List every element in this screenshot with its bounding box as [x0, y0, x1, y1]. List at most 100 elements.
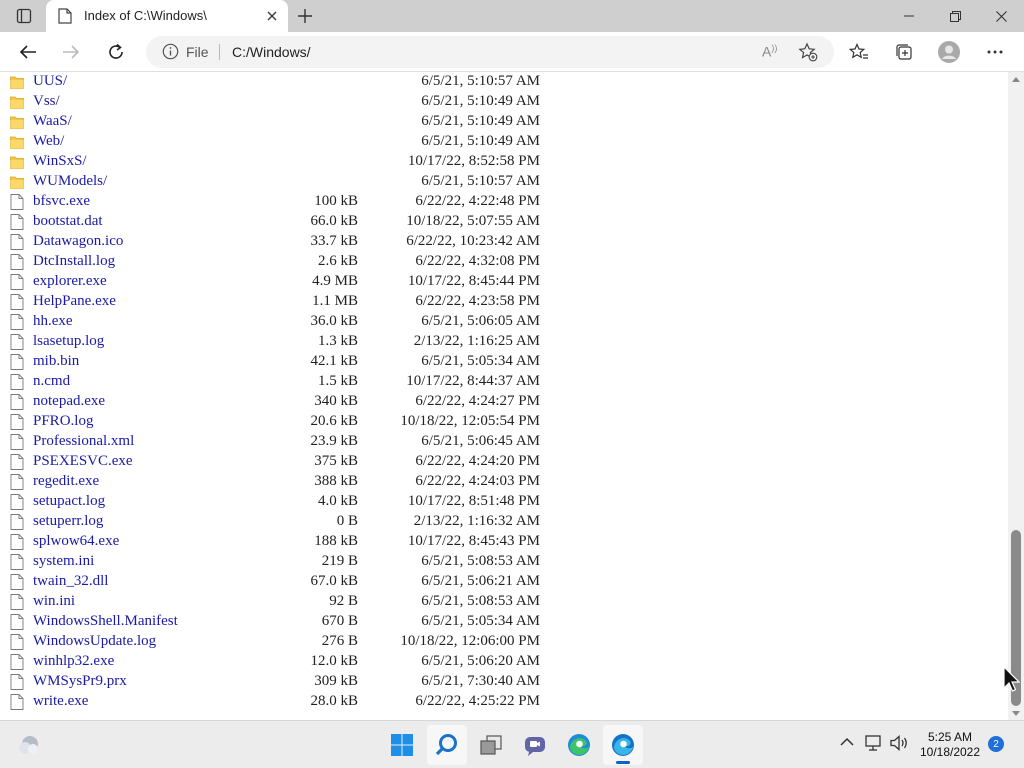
file-date-modified: 10/17/22, 8:52:58 PM — [407, 153, 540, 169]
scroll-up-arrow-icon — [1012, 76, 1020, 82]
file-icon — [10, 334, 24, 350]
browser-tab[interactable]: Index of C:\Windows\ — [46, 0, 288, 32]
file-link[interactable]: bfsvc.exe — [33, 193, 90, 210]
profile-button[interactable] — [933, 36, 965, 68]
file-date-modified: 6/22/22, 4:23:58 PM — [415, 293, 540, 309]
file-link[interactable]: explorer.exe — [33, 273, 107, 290]
file-icon — [10, 314, 24, 330]
refresh-button[interactable] — [100, 36, 132, 68]
task-view-button[interactable] — [471, 725, 511, 765]
file-size: 66.0 kB — [310, 213, 358, 229]
file-size: 340 kB — [314, 393, 358, 409]
favorites-button[interactable] — [843, 36, 875, 68]
edge-dev-button[interactable] — [603, 725, 643, 765]
file-link[interactable]: Web/ — [33, 133, 64, 150]
file-link[interactable]: PFRO.log — [33, 413, 93, 430]
file-row: write.exe 28.0 kB 6/22/22, 4:25:22 PM — [0, 692, 600, 712]
file-row: Professional.xml 23.9 kB 6/5/21, 5:06:45 A… — [0, 432, 600, 452]
file-link[interactable]: WaaS/ — [33, 113, 72, 130]
file-link[interactable]: setupact.log — [33, 493, 105, 510]
scroll-up-button[interactable] — [1008, 72, 1024, 86]
file-size: 375 kB — [314, 453, 358, 469]
file-link[interactable]: lsasetup.log — [33, 333, 104, 350]
file-link[interactable]: mib.bin — [33, 353, 79, 370]
file-link[interactable]: WindowsShell.Manifest — [33, 613, 178, 630]
file-date-modified: 10/18/22, 5:07:55 AM — [406, 213, 540, 229]
start-button[interactable] — [382, 725, 422, 765]
file-link[interactable]: DtcInstall.log — [33, 253, 115, 270]
notification-badge[interactable]: 2 — [988, 736, 1004, 752]
file-row: hh.exe 36.0 kB 6/5/21, 5:06:05 AM — [0, 312, 600, 332]
volume-icon[interactable] — [890, 735, 910, 751]
address-url[interactable]: C:/Windows/ — [232, 44, 311, 60]
avatar-icon — [938, 41, 960, 63]
file-link[interactable]: Professional.xml — [33, 433, 134, 450]
minimize-button[interactable] — [886, 0, 932, 32]
file-icon — [10, 454, 24, 470]
restore-button[interactable] — [932, 0, 978, 32]
browser-toolbar: File C:/Windows/ A)) — [0, 32, 1024, 72]
file-date-modified: 6/5/21, 5:10:49 AM — [421, 93, 540, 109]
read-aloud-icon[interactable]: A)) — [762, 43, 777, 60]
teams-chat-button[interactable] — [515, 725, 555, 765]
file-date-modified: 6/22/22, 4:24:20 PM — [415, 453, 540, 469]
file-row: winhlp32.exe 12.0 kB 6/5/21, 5:06:20 AM — [0, 652, 600, 672]
file-link[interactable]: regedit.exe — [33, 473, 99, 490]
file-link[interactable]: winhlp32.exe — [33, 653, 114, 670]
back-button[interactable] — [12, 36, 44, 68]
file-date-modified: 6/22/22, 4:25:22 PM — [415, 693, 540, 709]
file-size: 276 B — [321, 633, 358, 649]
file-link[interactable]: WinSxS/ — [33, 153, 87, 170]
file-row: win.ini 92 B 6/5/21, 5:08:53 AM — [0, 592, 600, 612]
file-link[interactable]: Datawagon.ico — [33, 233, 123, 250]
search-button[interactable] — [427, 725, 467, 765]
file-size: 2.6 kB — [317, 253, 358, 269]
file-link[interactable]: notepad.exe — [33, 393, 105, 410]
file-link[interactable]: hh.exe — [33, 313, 73, 330]
tab-title: Index of C:\Windows\ — [84, 8, 207, 23]
address-separator — [219, 44, 220, 60]
network-icon[interactable] — [865, 735, 883, 751]
add-favorite-icon[interactable] — [798, 42, 818, 62]
new-tab-button[interactable] — [292, 4, 318, 28]
file-link[interactable]: WUModels/ — [33, 173, 107, 190]
file-link[interactable]: bootstat.dat — [33, 213, 103, 230]
edge-button[interactable] — [559, 725, 599, 765]
close-tab-button[interactable] — [264, 8, 280, 24]
folder-icon — [10, 156, 24, 169]
file-date-modified: 6/5/21, 5:06:20 AM — [421, 653, 540, 669]
tab-actions-button[interactable] — [8, 4, 40, 28]
close-window-button[interactable] — [978, 0, 1024, 32]
show-hidden-icons-icon[interactable] — [840, 735, 854, 749]
address-bar[interactable]: File C:/Windows/ A)) — [146, 36, 834, 68]
file-row: splwow64.exe 188 kB 10/17/22, 8:45:43 PM — [0, 532, 600, 552]
file-link[interactable]: UUS/ — [33, 73, 67, 90]
edge-icon — [568, 734, 590, 756]
settings-menu-button[interactable] — [979, 36, 1011, 68]
forward-button[interactable] — [55, 36, 87, 68]
file-link[interactable]: write.exe — [33, 693, 88, 710]
file-link[interactable]: PSEXESVC.exe — [33, 453, 133, 470]
file-link[interactable]: WindowsUpdate.log — [33, 633, 156, 650]
vertical-scrollbar[interactable] — [1008, 72, 1024, 720]
collections-button[interactable] — [888, 36, 920, 68]
file-link[interactable]: win.ini — [33, 593, 75, 610]
file-icon — [10, 554, 24, 570]
file-link[interactable]: twain_32.dll — [33, 573, 108, 590]
widgets-button[interactable] — [9, 725, 49, 765]
file-link[interactable]: setuperr.log — [33, 513, 103, 530]
file-size: 219 B — [321, 553, 358, 569]
file-link[interactable]: n.cmd — [33, 373, 70, 390]
system-clock[interactable]: 5:25 AM 10/18/2022 — [916, 730, 984, 760]
scroll-down-button[interactable] — [1008, 706, 1024, 720]
file-link[interactable]: splwow64.exe — [33, 533, 119, 550]
file-icon — [10, 274, 24, 290]
clock-time: 5:25 AM — [927, 730, 973, 744]
file-link[interactable]: system.ini — [33, 553, 94, 570]
close-icon — [267, 11, 277, 21]
file-link[interactable]: HelpPane.exe — [33, 293, 116, 310]
file-link[interactable]: Vss/ — [33, 93, 60, 110]
file-link[interactable]: WMSysPr9.prx — [33, 673, 127, 690]
page-content: UUS/6/5/21, 5:10:57 AM Vss/6/5/21, 5:10:4… — [0, 72, 1008, 720]
plus-icon — [298, 9, 312, 23]
